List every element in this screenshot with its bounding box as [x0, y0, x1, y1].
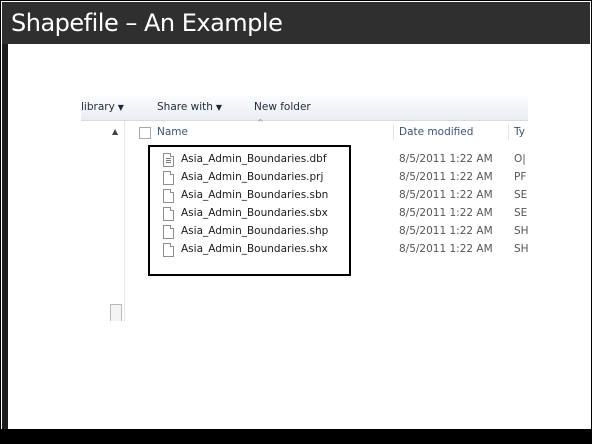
title-bar: Shapefile – An Example [2, 2, 590, 44]
select-all-checkbox[interactable] [139, 127, 151, 139]
file-date-modified: 8/5/2011 1:22 AM [399, 171, 493, 183]
share-with-button[interactable]: Share with ▼ [157, 101, 222, 113]
slide: Shapefile – An Example library ▼ Share wi… [0, 0, 592, 444]
chevron-down-icon: ▼ [215, 103, 223, 112]
file-date-modified: 8/5/2011 1:22 AM [399, 207, 493, 219]
file-type: PF [514, 171, 527, 183]
new-folder-button[interactable]: New folder [254, 101, 311, 113]
column-header-row: Name ^ Date modified Ty [125, 118, 528, 143]
file-type: SH [514, 225, 528, 237]
chevron-down-icon: ▼ [117, 103, 124, 112]
shapefile-components-highlight [148, 145, 351, 276]
column-header-name[interactable]: Name [157, 126, 188, 138]
file-type: SE [514, 207, 528, 219]
column-header-type[interactable]: Ty [514, 126, 525, 138]
column-separator[interactable] [393, 124, 394, 140]
explorer-toolbar: library ▼ Share with ▼ New folder [81, 96, 528, 121]
file-type: O| [514, 153, 526, 165]
column-header-date-modified[interactable]: Date modified [399, 126, 473, 138]
navigation-pane[interactable] [108, 121, 118, 321]
sort-ascending-icon: ^ [257, 118, 264, 127]
bottom-bar [0, 429, 592, 444]
left-accent-bar [2, 44, 8, 430]
file-date-modified: 8/5/2011 1:22 AM [399, 153, 493, 165]
file-date-modified: 8/5/2011 1:22 AM [399, 189, 493, 201]
file-date-modified: 8/5/2011 1:22 AM [399, 225, 493, 237]
file-type: SE [514, 189, 528, 201]
include-in-library-button[interactable]: library ▼ [81, 101, 124, 113]
file-type: SH [514, 243, 528, 255]
scrollbar-thumb[interactable] [110, 304, 122, 321]
column-separator[interactable] [508, 124, 509, 140]
file-date-modified: 8/5/2011 1:22 AM [399, 243, 493, 255]
scroll-up-arrow-icon[interactable]: ▲ [112, 127, 118, 136]
slide-title: Shapefile – An Example [11, 9, 283, 37]
